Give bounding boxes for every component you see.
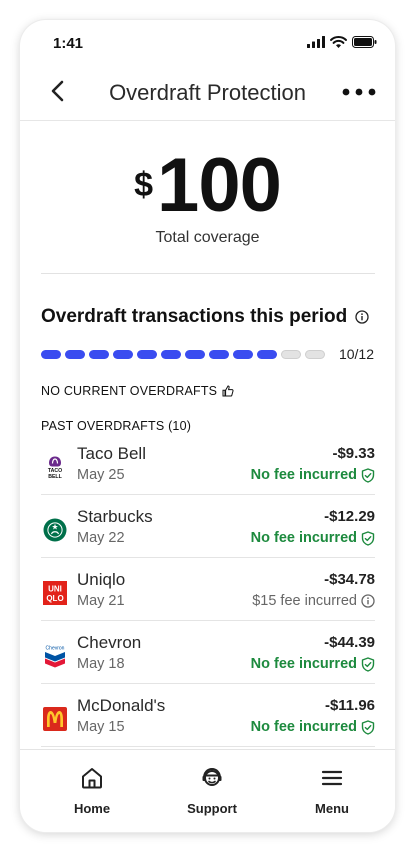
section-title: Overdraft transactions this period [41, 306, 369, 328]
transaction-list: TACO BELL Taco Bell May 25 -$9.33 No fee… [41, 432, 375, 747]
svg-text:QLO: QLO [46, 594, 63, 603]
transaction-amount: -$44.39 [324, 634, 375, 651]
progress-segment-used [161, 350, 181, 359]
status-bar: 1:41 [20, 20, 395, 64]
fee-status: No fee incurred [251, 719, 375, 735]
progress-segment-used [137, 350, 157, 359]
chevron-logo: Chevron [45, 646, 65, 668]
phone-screen: 1:41 Overdraft Protection $100 Total cov… [20, 20, 395, 832]
transaction-amount: -$12.29 [324, 508, 375, 525]
home-icon [82, 768, 102, 789]
shield-check-icon [361, 530, 375, 546]
nav-menu-label: Menu [315, 801, 349, 816]
nav-support-label: Support [187, 801, 237, 816]
no-current-label: NO CURRENT OVERDRAFTS [41, 384, 218, 398]
support-agent-icon [202, 767, 222, 786]
transaction-row[interactable]: UNI QLO Uniqlo May 21 -$34.78 $15 fee in… [41, 558, 375, 621]
fee-status-text: $15 fee incurred [252, 593, 357, 609]
taco-bell-logo: TACO BELL [48, 456, 63, 479]
merchant-name: Taco Bell [77, 444, 146, 463]
bottom-navigation: Home Support Menu [20, 749, 395, 832]
status-time: 1:41 [53, 35, 84, 52]
nav-home[interactable]: Home [42, 766, 142, 816]
header: Overdraft Protection [20, 64, 395, 121]
transaction-row[interactable]: TACO BELL Taco Bell May 25 -$9.33 No fee… [41, 432, 375, 495]
nav-menu[interactable]: Menu [282, 766, 382, 816]
transaction-date: May 15 [77, 719, 125, 735]
fee-status: No fee incurred [251, 656, 375, 672]
fee-status-text: No fee incurred [250, 719, 357, 735]
nav-support[interactable]: Support [162, 766, 262, 816]
coverage-amount: $100 [20, 148, 395, 224]
merchant-name: Starbucks [77, 507, 153, 526]
shield-check-icon [361, 656, 375, 672]
status-icons [307, 36, 377, 48]
info-icon[interactable] [361, 594, 375, 608]
transaction-amount: -$34.78 [324, 571, 375, 588]
wifi-icon [330, 36, 347, 48]
svg-text:BELL: BELL [48, 474, 62, 479]
progress-segment-used [41, 350, 61, 359]
progress-segment-empty [305, 350, 325, 359]
fee-status: No fee incurred [251, 530, 375, 546]
svg-text:Chevron: Chevron [46, 646, 65, 652]
progress-segment-used [89, 350, 109, 359]
thumbs-up-icon [222, 385, 234, 397]
more-options-icon[interactable] [339, 80, 379, 104]
info-icon[interactable] [355, 310, 369, 324]
currency-symbol: $ [134, 166, 154, 204]
signal-icon [307, 36, 325, 48]
battery-icon [352, 36, 377, 48]
fee-status-text: No fee incurred [250, 530, 357, 546]
divider [41, 273, 375, 274]
fee-status: $15 fee incurred [252, 593, 375, 609]
transaction-date: May 25 [77, 467, 125, 483]
transaction-date: May 18 [77, 656, 125, 672]
svg-text:UNI: UNI [48, 585, 62, 594]
no-current-overdrafts: NO CURRENT OVERDRAFTS [41, 384, 234, 398]
transaction-date: May 21 [77, 593, 125, 609]
menu-icon [321, 770, 343, 786]
fee-status-text: No fee incurred [250, 656, 357, 672]
coverage-label: Total coverage [155, 229, 260, 246]
mcdonalds-logo [43, 707, 67, 731]
progress-segment-empty [281, 350, 301, 359]
coverage-value: 100 [157, 143, 282, 228]
progress-segment-used [257, 350, 277, 359]
fee-status: No fee incurred [251, 467, 375, 483]
transaction-amount: -$11.96 [324, 697, 375, 714]
transaction-row[interactable]: Chevron Chevron May 18 -$44.39 No fee in… [41, 621, 375, 684]
uniqlo-logo: UNI QLO [43, 581, 67, 605]
progress-segment-used [185, 350, 205, 359]
fee-status-text: No fee incurred [250, 467, 357, 483]
overdraft-progress-bar [41, 350, 325, 359]
past-overdrafts-label: PAST OVERDRAFTS (10) [41, 419, 192, 433]
transaction-row[interactable]: McDonald's May 15 -$11.96 No fee incurre… [41, 684, 375, 747]
merchant-name: Chevron [77, 633, 142, 652]
progress-segment-used [233, 350, 253, 359]
nav-home-label: Home [73, 801, 111, 816]
progress-segment-used [209, 350, 229, 359]
starbucks-logo [43, 518, 67, 542]
transaction-date: May 22 [77, 530, 125, 546]
transaction-row[interactable]: Starbucks May 22 -$12.29 No fee incurred [41, 495, 375, 558]
shield-check-icon [361, 467, 375, 483]
merchant-name: Uniqlo [77, 570, 126, 589]
transaction-amount: -$9.33 [332, 445, 375, 462]
section-title-text: Overdraft transactions this period [41, 306, 348, 327]
shield-check-icon [361, 719, 375, 735]
merchant-name: McDonald's [77, 696, 166, 715]
progress-segment-used [65, 350, 85, 359]
progress-segment-used [113, 350, 133, 359]
progress-count: 10/12 [338, 346, 374, 362]
